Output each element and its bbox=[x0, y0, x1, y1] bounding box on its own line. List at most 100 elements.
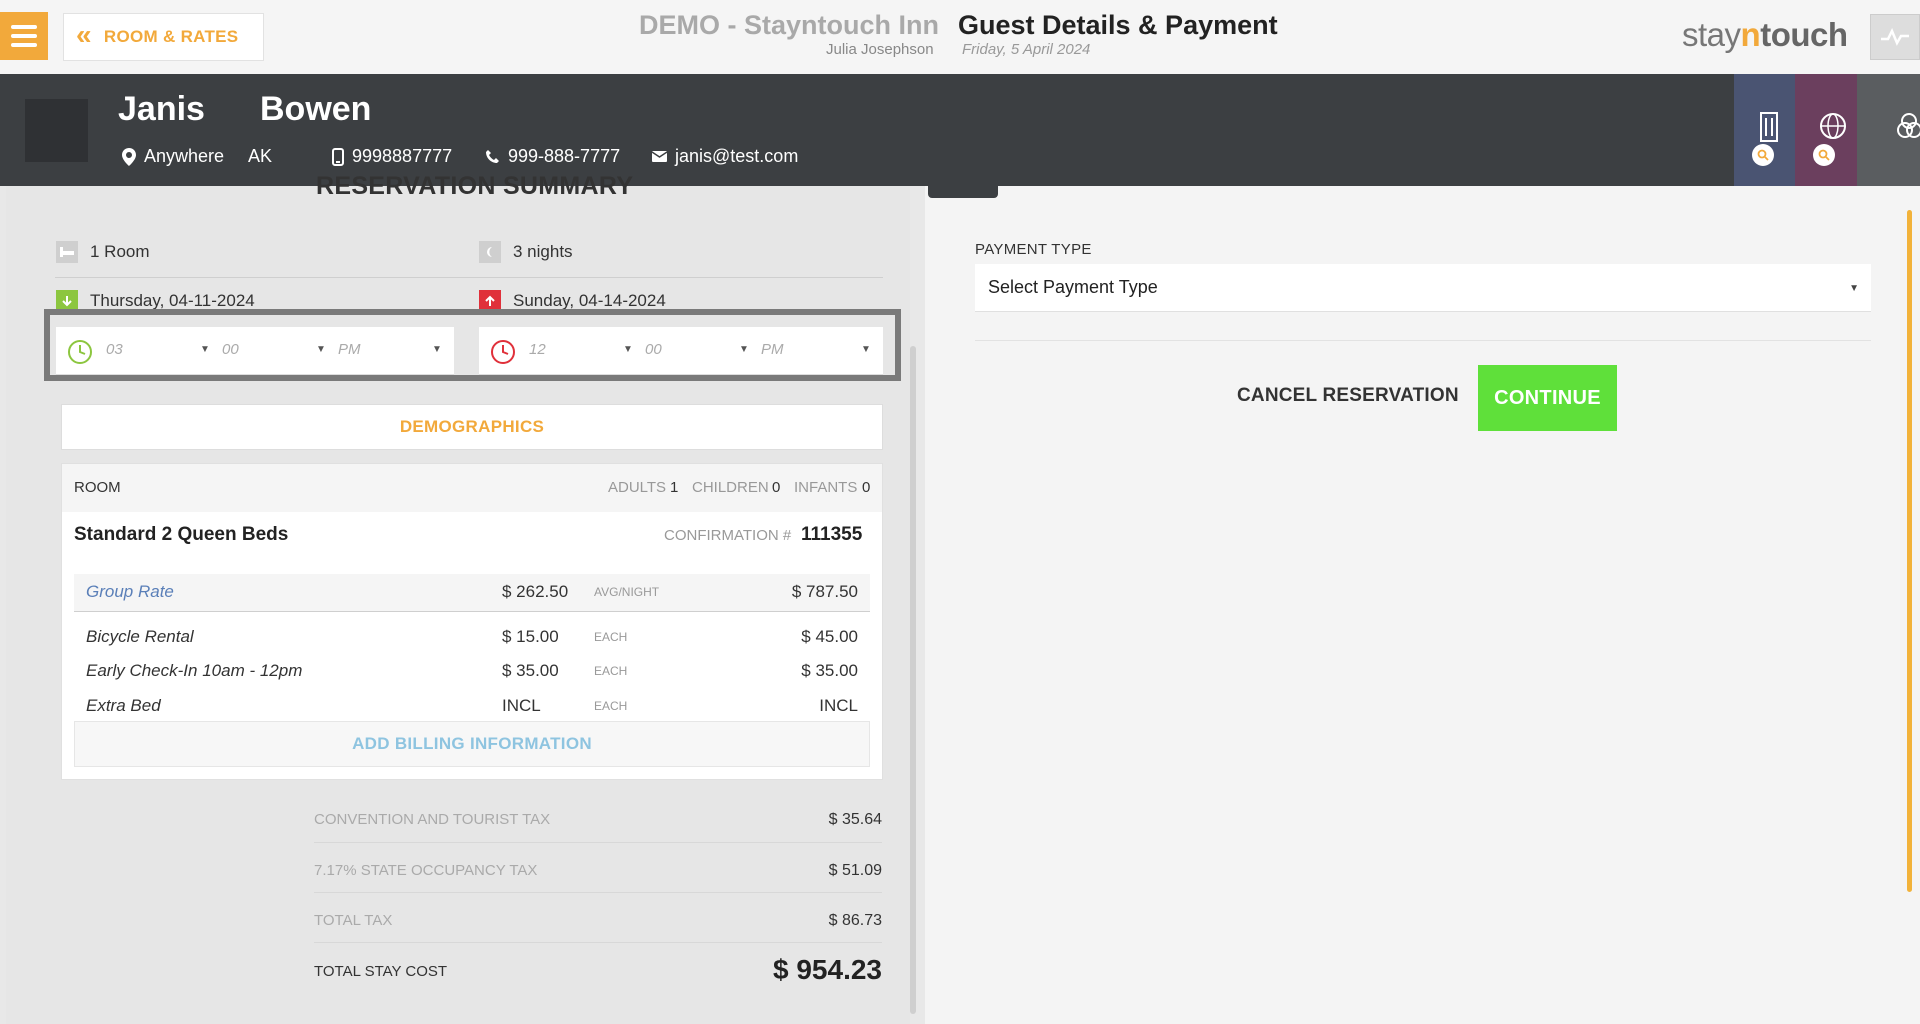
room-card-header: ROOM ADULTS 1 CHILDREN 0 INFANTS 0 bbox=[62, 464, 882, 512]
addon-total: $ 45.00 bbox=[801, 627, 858, 646]
arrival-ampm-select[interactable]: PM ▼ bbox=[338, 341, 442, 358]
demographics-button[interactable]: DEMOGRAPHICS bbox=[61, 404, 883, 450]
addon-price: INCL bbox=[502, 696, 541, 715]
departure-ampm-select[interactable]: PM ▼ bbox=[761, 341, 871, 358]
caret-down-icon: ▼ bbox=[623, 344, 633, 355]
add-billing-information-button[interactable]: ADD BILLING INFORMATION bbox=[74, 721, 870, 767]
arrival-time-box: 03 ▼ 00 ▼ PM ▼ bbox=[56, 327, 454, 375]
room-card: ROOM ADULTS 1 CHILDREN 0 INFANTS 0 Stand… bbox=[61, 463, 883, 780]
guest-bar: Janis Bowen Anywhere AK 9998887777 999-8… bbox=[0, 74, 1920, 186]
back-to-room-rates-button[interactable]: « ROOM & RATES bbox=[63, 13, 264, 61]
left-panel-scrollbar[interactable] bbox=[910, 346, 916, 1014]
arrival-hour-select[interactable]: 03 ▼ bbox=[106, 341, 210, 358]
guest-card-tab-group[interactable] bbox=[1857, 74, 1920, 186]
guest-first-name[interactable]: Janis bbox=[118, 90, 205, 129]
caret-down-icon: ▼ bbox=[861, 344, 871, 355]
confirmation-number: 111355 bbox=[801, 524, 863, 545]
activity-button[interactable] bbox=[1870, 14, 1920, 60]
departure-time-box: 12 ▼ 00 ▼ PM ▼ bbox=[479, 327, 883, 375]
departure-date-label: Sunday, 04-14-2024 bbox=[513, 291, 666, 310]
hamburger-menu-button[interactable] bbox=[0, 12, 48, 60]
continue-button[interactable]: CONTINUE bbox=[1478, 365, 1617, 431]
addon-total: $ 35.00 bbox=[801, 661, 858, 680]
mobile-phone-icon bbox=[332, 147, 344, 166]
rooms-label: 1 Room bbox=[90, 242, 150, 261]
location-pin-icon bbox=[122, 147, 136, 166]
page-title: Guest Details & Payment bbox=[958, 10, 1278, 40]
rate-name[interactable]: Group Rate bbox=[86, 582, 174, 602]
divider bbox=[314, 842, 882, 843]
arrival-minute-select[interactable]: 00 ▼ bbox=[222, 341, 326, 358]
caret-down-icon: ▼ bbox=[1849, 283, 1859, 294]
payment-type-label: PAYMENT TYPE bbox=[975, 241, 1092, 258]
addon-name: Early Check-In 10am - 12pm bbox=[86, 661, 303, 680]
guest-mobile-number: 9998887777 bbox=[352, 146, 453, 166]
infants-label: INFANTS bbox=[794, 479, 858, 496]
search-badge-icon bbox=[1752, 144, 1774, 166]
right-panel-scrollbar[interactable] bbox=[1907, 210, 1912, 892]
divider bbox=[314, 892, 882, 893]
cancel-reservation-button[interactable]: CANCEL RESERVATION bbox=[1237, 385, 1459, 407]
payment-type-select[interactable]: Select Payment Type ▼ bbox=[975, 264, 1871, 312]
departure-hour-select[interactable]: 12 ▼ bbox=[529, 341, 633, 358]
guest-city: Anywhere bbox=[144, 146, 225, 166]
reservation-summary-title: RESERVATION SUMMARY bbox=[316, 172, 634, 200]
clock-icon bbox=[491, 340, 515, 364]
addon-price: $ 15.00 bbox=[502, 627, 559, 646]
caret-down-icon: ▼ bbox=[200, 344, 210, 355]
globe-icon bbox=[1820, 113, 1846, 139]
rate-unit: AVG/NIGHT bbox=[594, 585, 660, 599]
moon-icon bbox=[479, 241, 501, 263]
divider bbox=[314, 942, 882, 943]
guest-location: Anywhere AK bbox=[122, 146, 272, 167]
menu-icon bbox=[11, 25, 37, 29]
building-icon bbox=[1760, 112, 1778, 142]
addon-name: Bicycle Rental bbox=[86, 627, 194, 646]
adults-count: 1 bbox=[670, 479, 679, 496]
addon-total: INCL bbox=[819, 696, 858, 715]
children-count: 0 bbox=[772, 479, 781, 496]
infants-count: 0 bbox=[862, 479, 871, 496]
group-circles-icon bbox=[1897, 113, 1920, 138]
addon-name: Extra Bed bbox=[86, 696, 161, 715]
stayntouch-logo: stayntouch bbox=[1682, 16, 1848, 53]
guest-email: janis@test.com bbox=[652, 146, 798, 167]
confirmation-label: CONFIRMATION # bbox=[664, 527, 792, 544]
addon-line: Bicycle Rental $ 15.00 EACH $ 45.00 bbox=[74, 619, 870, 653]
tax-label: CONVENTION AND TOURIST TAX bbox=[314, 811, 551, 828]
arrival-date-label: Thursday, 04-11-2024 bbox=[90, 291, 255, 310]
room-label: ROOM bbox=[74, 479, 121, 496]
children-label: CHILDREN bbox=[692, 479, 769, 496]
guest-avatar[interactable] bbox=[25, 99, 88, 162]
business-date: Friday, 5 April 2024 bbox=[962, 41, 1091, 58]
departure-minute-select[interactable]: 00 ▼ bbox=[645, 341, 749, 358]
menu-icon-bar bbox=[11, 34, 37, 38]
bed-icon bbox=[56, 241, 78, 263]
tax-label: TOTAL TAX bbox=[314, 912, 393, 929]
guest-email-address: janis@test.com bbox=[675, 146, 799, 166]
divider bbox=[55, 277, 883, 278]
menu-icon-bar bbox=[11, 43, 37, 47]
caret-down-icon: ▼ bbox=[739, 344, 749, 355]
room-type: Standard 2 Queen Beds bbox=[74, 524, 289, 545]
guest-last-name[interactable]: Bowen bbox=[260, 90, 371, 129]
tax-value: $ 35.64 bbox=[828, 811, 882, 828]
guest-card-tab-company[interactable] bbox=[1734, 74, 1795, 186]
guest-phone: 999-888-7777 bbox=[485, 146, 620, 167]
guest-card-tab-travel-agent[interactable] bbox=[1795, 74, 1857, 186]
nights-count: 3 nights bbox=[479, 241, 573, 263]
rate-total: $ 787.50 bbox=[791, 582, 858, 601]
rooms-count: 1 Room bbox=[56, 241, 150, 263]
email-icon bbox=[652, 151, 667, 162]
caret-down-icon: ▼ bbox=[432, 344, 442, 355]
addon-unit: EACH bbox=[594, 699, 628, 713]
total-stay-cost-label: TOTAL STAY COST bbox=[314, 963, 448, 980]
addon-unit: EACH bbox=[594, 664, 628, 678]
back-button-label: ROOM & RATES bbox=[103, 27, 239, 46]
tax-label: 7.17% STATE OCCUPANCY TAX bbox=[314, 862, 538, 879]
rate-price: $ 262.50 bbox=[502, 582, 569, 601]
rate-line: Group Rate $ 262.50 AVG/NIGHT $ 787.50 bbox=[74, 574, 870, 612]
phone-icon bbox=[486, 150, 499, 163]
addon-price: $ 35.00 bbox=[502, 661, 559, 680]
panel-tab-handle bbox=[928, 186, 998, 198]
